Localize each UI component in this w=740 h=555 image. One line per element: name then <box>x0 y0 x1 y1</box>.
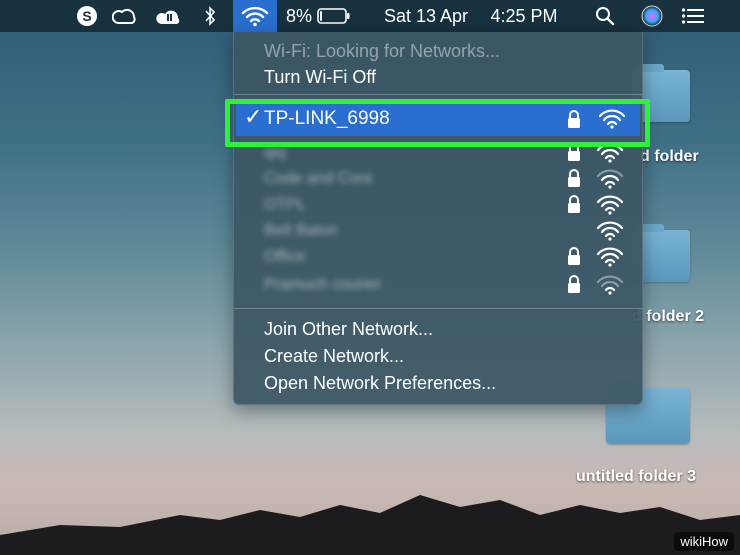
network-item[interactable]: OTPL <box>234 192 642 218</box>
wifi-signal-icon <box>596 221 624 241</box>
siri-icon[interactable] <box>639 0 665 32</box>
wifi-signal-icon <box>596 195 624 215</box>
notification-center-icon[interactable] <box>680 0 706 32</box>
network-item[interactable]: Code and Core <box>234 166 642 192</box>
battery-percent[interactable]: 8% <box>284 0 314 32</box>
wikihow-watermark: wikiHow <box>674 532 734 551</box>
create-network-item[interactable]: Create Network... <box>234 343 642 369</box>
lock-icon <box>568 247 580 265</box>
menubar-date[interactable]: Sat 13 Apr <box>376 0 476 32</box>
network-item[interactable]: Belt Baton <box>234 218 642 244</box>
bluetooth-icon[interactable] <box>200 0 220 32</box>
wifi-status: Wi-Fi: Looking for Networks... <box>264 40 501 61</box>
search-icon[interactable] <box>593 0 617 32</box>
wifi-signal-icon <box>596 275 624 295</box>
lock-icon <box>568 275 580 293</box>
menubar-time[interactable]: 4:25 PM <box>482 0 566 32</box>
join-other-network-item[interactable]: Join Other Network... <box>234 316 642 342</box>
desktop-folder-3-label: untitled folder 3 <box>576 468 696 485</box>
open-network-preferences-item[interactable]: Open Network Preferences... <box>234 370 642 396</box>
wifi-menu-button[interactable] <box>233 0 277 32</box>
menu-separator <box>234 94 642 95</box>
wifi-dropdown-menu: Wi-Fi: Looking for Networks... Turn Wi-F… <box>233 32 643 405</box>
network-item[interactable]: Pramuch courier <box>234 272 642 298</box>
wifi-icon <box>241 6 269 27</box>
network-item[interactable]: Office <box>234 244 642 270</box>
skype-icon[interactable]: S <box>74 0 100 32</box>
wifi-signal-icon <box>596 247 624 267</box>
highlight-annotation-box <box>225 99 650 147</box>
menu-separator <box>234 308 642 309</box>
turn-wifi-off-item[interactable]: Turn Wi-Fi Off <box>234 64 642 90</box>
menu-bar: S 8% Sat 13 Apr 4:25 PM <box>0 0 740 32</box>
creative-cloud-icon[interactable] <box>110 0 140 32</box>
battery-icon[interactable] <box>316 0 352 32</box>
cloud-upload-icon[interactable] <box>154 0 184 32</box>
wifi-signal-icon <box>596 169 624 189</box>
desktop-folder-1-label: d folder <box>640 148 699 165</box>
lock-icon <box>568 169 580 187</box>
svg-text:S: S <box>82 8 91 24</box>
lock-icon <box>568 195 580 213</box>
